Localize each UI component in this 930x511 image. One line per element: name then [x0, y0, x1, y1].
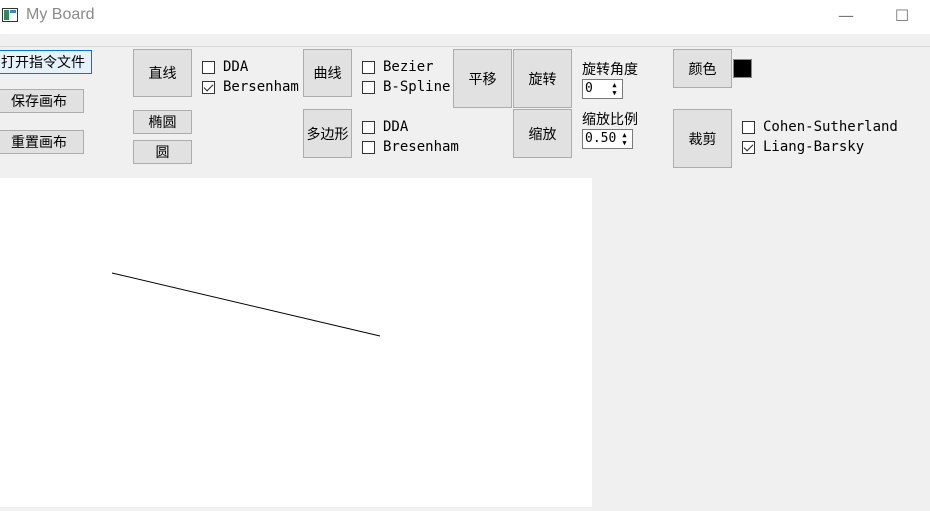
- scale-factor-spinbox[interactable]: 0.50 ▲ ▼: [582, 129, 633, 149]
- curve-bspline-checkbox[interactable]: B-Spline: [362, 79, 450, 95]
- rotate-angle-label: 旋转角度: [582, 62, 638, 78]
- open-command-file-button[interactable]: 打开指令文件: [0, 50, 92, 74]
- clip-button[interactable]: 裁剪: [673, 109, 732, 168]
- window-title: My Board: [26, 6, 95, 23]
- app-icon: [2, 8, 18, 22]
- checkbox-box[interactable]: [742, 120, 755, 134]
- spin-down-icon[interactable]: ▼: [608, 89, 621, 97]
- save-canvas-button[interactable]: 保存画布: [0, 89, 84, 113]
- checkbox-box[interactable]: [742, 140, 755, 154]
- polygon-button[interactable]: 多边形: [303, 109, 352, 158]
- checkbox-label: DDA: [223, 59, 249, 75]
- scale-factor-label: 缩放比例: [582, 112, 638, 128]
- spin-arrows[interactable]: ▲ ▼: [618, 131, 631, 147]
- checkbox-label: DDA: [383, 119, 409, 135]
- title-bar: My Board — ☐: [0, 0, 930, 34]
- maximize-button[interactable]: ☐: [882, 2, 922, 30]
- scale-factor-value: 0.50: [585, 131, 617, 146]
- color-button[interactable]: 颜色: [673, 49, 732, 88]
- spin-up-icon[interactable]: ▲: [608, 81, 621, 89]
- drawn-line: [111, 272, 381, 337]
- checkbox-box[interactable]: [202, 80, 215, 94]
- spin-down-icon[interactable]: ▼: [618, 139, 631, 147]
- checkbox-label: Bresenham: [383, 139, 459, 155]
- spin-arrows[interactable]: ▲ ▼: [608, 81, 621, 97]
- drawing-canvas[interactable]: [0, 178, 592, 507]
- rotate-angle-spinbox[interactable]: 0 ▲ ▼: [582, 79, 623, 99]
- checkbox-label: Liang-Barsky: [763, 139, 865, 155]
- checkbox-box[interactable]: [362, 140, 375, 154]
- scale-button[interactable]: 缩放: [513, 109, 572, 158]
- rotate-button[interactable]: 旋转: [513, 49, 572, 108]
- line-dda-checkbox[interactable]: DDA: [202, 59, 248, 75]
- curve-button[interactable]: 曲线: [303, 49, 352, 97]
- curve-bezier-checkbox[interactable]: Bezier: [362, 59, 434, 75]
- rotate-angle-value: 0: [585, 81, 593, 96]
- toolbar-divider: [0, 46, 930, 47]
- checkbox-label: B-Spline: [383, 79, 451, 95]
- reset-canvas-button[interactable]: 重置画布: [0, 130, 84, 154]
- canvas-surface[interactable]: [0, 178, 592, 507]
- checkbox-box[interactable]: [362, 60, 375, 74]
- clip-cohen-sutherland-checkbox[interactable]: Cohen-Sutherland: [742, 119, 898, 135]
- minimize-button[interactable]: —: [826, 2, 866, 30]
- checkbox-label: Bersenham: [223, 79, 299, 95]
- ellipse-button[interactable]: 椭圆: [133, 110, 192, 134]
- checkbox-box[interactable]: [202, 60, 215, 74]
- polygon-bresenham-checkbox[interactable]: Bresenham: [362, 139, 459, 155]
- checkbox-label: Bezier: [383, 59, 434, 75]
- circle-button[interactable]: 圆: [133, 140, 192, 164]
- current-color-swatch[interactable]: [733, 59, 752, 78]
- checkbox-box[interactable]: [362, 120, 375, 134]
- line-bresenham-checkbox[interactable]: Bersenham: [202, 79, 299, 95]
- polygon-dda-checkbox[interactable]: DDA: [362, 119, 408, 135]
- checkbox-box[interactable]: [362, 80, 375, 94]
- translate-button[interactable]: 平移: [453, 49, 512, 108]
- checkbox-label: Cohen-Sutherland: [763, 119, 898, 135]
- clip-liang-barsky-checkbox[interactable]: Liang-Barsky: [742, 139, 864, 155]
- line-button[interactable]: 直线: [133, 49, 192, 97]
- spin-up-icon[interactable]: ▲: [618, 131, 631, 139]
